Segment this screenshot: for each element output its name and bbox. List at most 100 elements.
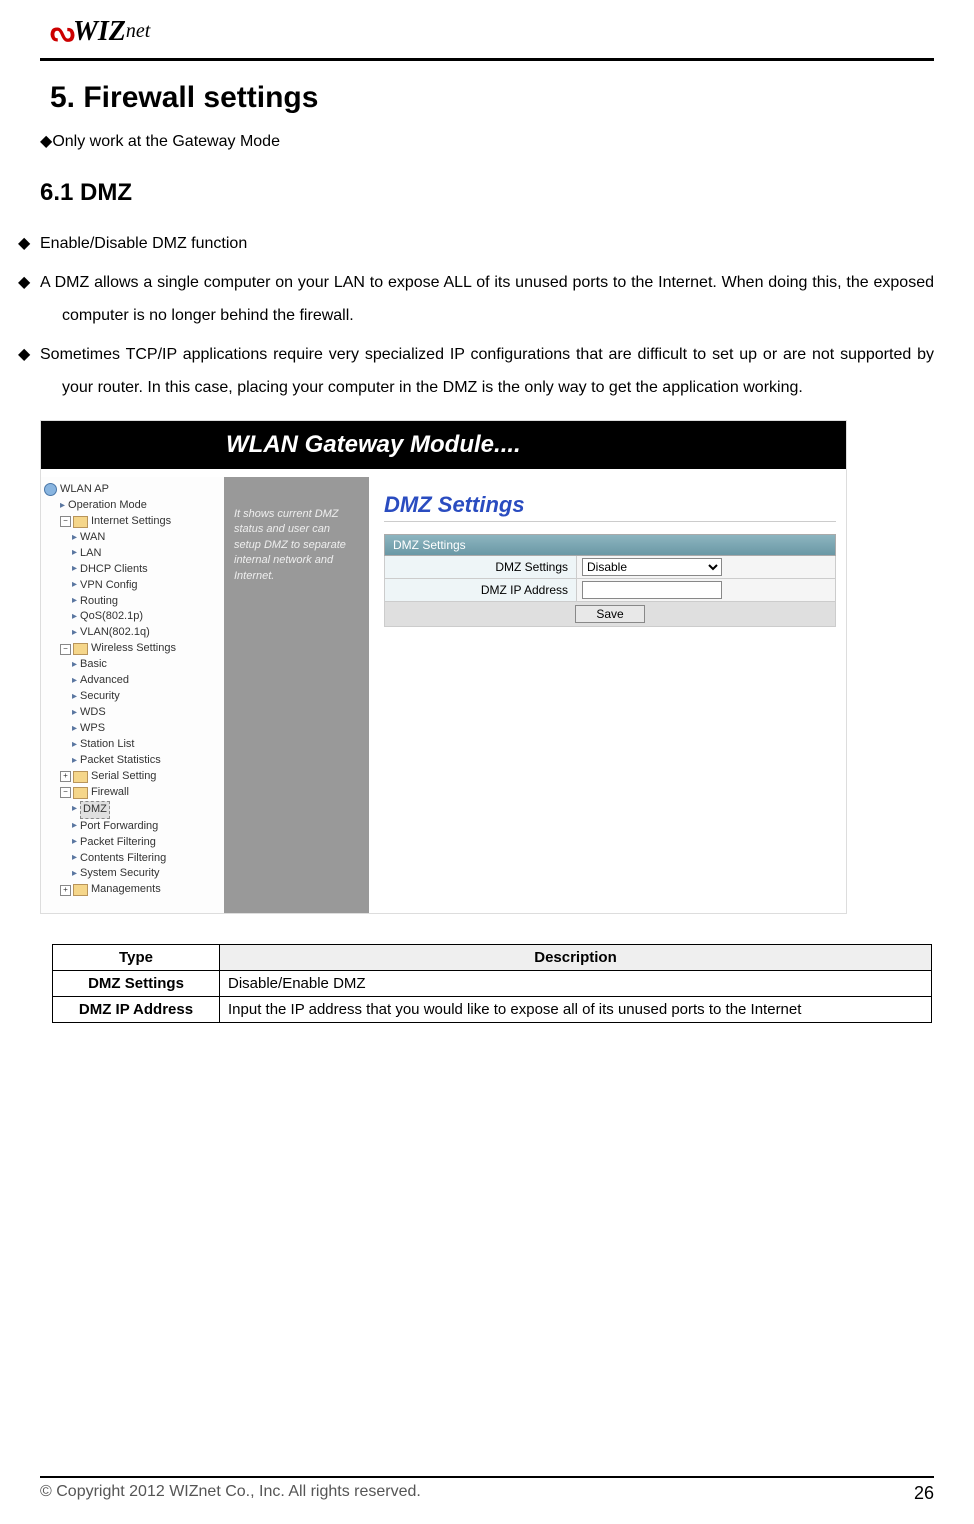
main-title: DMZ Settings: [384, 492, 836, 522]
tree-label: VLAN(802.1q): [80, 625, 150, 641]
tree-label-selected: DMZ: [80, 801, 110, 819]
th-desc: Description: [220, 945, 932, 971]
tree-dhcp[interactable]: ▸DHCP Clients: [44, 562, 224, 578]
arrow-icon: ▸: [72, 851, 77, 866]
heading-dmz: 6.1 DMZ: [40, 179, 934, 207]
globe-icon: [44, 483, 57, 496]
folder-icon: [73, 643, 88, 655]
tree-label: Advanced: [80, 673, 129, 689]
tree-label: Serial Setting: [91, 769, 156, 785]
arrow-icon: ▸: [72, 578, 77, 593]
tree-label: Routing: [80, 594, 118, 610]
heading-firewall: 5. Firewall settings: [50, 81, 934, 115]
tree-vlan[interactable]: ▸VLAN(802.1q): [44, 625, 224, 641]
tree-routing[interactable]: ▸Routing: [44, 594, 224, 610]
folder-icon: [73, 787, 88, 799]
tree-wan[interactable]: ▸WAN: [44, 530, 224, 546]
bullet-1: ◆ Enable/Disable DMZ function: [40, 227, 934, 261]
tree-serial[interactable]: + Serial Setting: [44, 769, 224, 785]
tree-label: WLAN AP: [60, 482, 109, 498]
tree-mgmt[interactable]: + Managements: [44, 882, 224, 898]
bullet-text: Sometimes TCP/IP applications require ve…: [40, 346, 934, 397]
arrow-icon: ▸: [72, 674, 77, 689]
tree-label: Operation Mode: [68, 498, 147, 514]
note-text: Only work at the Gateway Mode: [52, 133, 280, 150]
plus-icon[interactable]: +: [60, 885, 71, 896]
tree-wps[interactable]: ▸WPS: [44, 721, 224, 737]
tree-label: System Security: [80, 866, 159, 882]
arrow-icon: ▸: [72, 867, 77, 882]
embedded-screenshot: WLAN Gateway Module.... WLAN AP ▸Operati…: [40, 420, 847, 914]
tree-packet-filt[interactable]: ▸Packet Filtering: [44, 835, 224, 851]
arrow-icon: ▸: [72, 690, 77, 705]
td-desc: Input the IP address that you would like…: [220, 997, 932, 1023]
minus-icon[interactable]: −: [60, 644, 71, 655]
tree-station[interactable]: ▸Station List: [44, 737, 224, 753]
diamond-bullet-icon: ◆: [40, 130, 52, 154]
minus-icon[interactable]: −: [60, 516, 71, 527]
table-header-row: Type Description: [53, 945, 932, 971]
panel-label: DMZ IP Address: [385, 579, 577, 601]
arrow-icon: ▸: [72, 706, 77, 721]
tree-label: WAN: [80, 530, 105, 546]
panel-row-dmz-ip: DMZ IP Address: [384, 579, 836, 602]
bullet-2: ◆ A DMZ allows a single computer on your…: [40, 266, 934, 333]
tree-wireless[interactable]: −Wireless Settings: [44, 641, 224, 657]
tree-op-mode[interactable]: ▸Operation Mode: [44, 498, 224, 514]
arrow-icon: ▸: [72, 546, 77, 561]
bullet-list: ◆ Enable/Disable DMZ function ◆ A DMZ al…: [40, 227, 934, 405]
panel-save-row: Save: [384, 602, 836, 627]
tree-lan[interactable]: ▸LAN: [44, 546, 224, 562]
tree-vpn[interactable]: ▸VPN Config: [44, 578, 224, 594]
tree-wds[interactable]: ▸WDS: [44, 705, 224, 721]
arrow-icon: ▸: [72, 722, 77, 737]
td-type: DMZ IP Address: [53, 997, 220, 1023]
arrow-icon: ▸: [72, 738, 77, 753]
panel-header: DMZ Settings: [384, 534, 836, 556]
tree-port-fwd[interactable]: ▸Port Forwarding: [44, 819, 224, 835]
minus-icon[interactable]: −: [60, 787, 71, 798]
td-desc: Disable/Enable DMZ: [220, 971, 932, 997]
copyright-text: © Copyright 2012 WIZnet Co., Inc. All ri…: [40, 1483, 421, 1504]
plus-icon[interactable]: +: [60, 771, 71, 782]
settings-panel: DMZ Settings DMZ Settings Disable DMZ IP…: [384, 534, 836, 627]
tree-qos[interactable]: ▸QoS(802.1p): [44, 609, 224, 625]
table-row: DMZ IP Address Input the IP address that…: [53, 997, 932, 1023]
tree-label: Firewall: [91, 785, 129, 801]
tree-packet-stat[interactable]: ▸Packet Statistics: [44, 753, 224, 769]
tree-label: Packet Statistics: [80, 753, 161, 769]
tree-label: DHCP Clients: [80, 562, 148, 578]
description-table: Type Description DMZ Settings Disable/En…: [52, 944, 932, 1023]
tree-firewall[interactable]: − Firewall: [44, 785, 224, 801]
folder-icon: [73, 771, 88, 783]
main-panel: DMZ Settings DMZ Settings DMZ Settings D…: [369, 477, 846, 913]
save-button[interactable]: Save: [575, 605, 644, 623]
tree-internet[interactable]: −Internet Settings: [44, 514, 224, 530]
table-row: DMZ Settings Disable/Enable DMZ: [53, 971, 932, 997]
tree-dmz[interactable]: ▸DMZ: [44, 801, 224, 819]
bullet-text: A DMZ allows a single computer on your L…: [40, 274, 934, 325]
tree-sys-sec[interactable]: ▸System Security: [44, 866, 224, 882]
tree-label: Basic: [80, 657, 107, 673]
tree-label: Security: [80, 689, 120, 705]
tree-root[interactable]: WLAN AP: [44, 482, 224, 498]
sidebar-text: It shows current DMZ status and user can…: [234, 508, 346, 582]
info-sidebar: It shows current DMZ status and user can…: [224, 477, 369, 913]
dmz-settings-select[interactable]: Disable: [582, 558, 722, 576]
tree-basic[interactable]: ▸Basic: [44, 657, 224, 673]
arrow-icon: ▸: [72, 835, 77, 850]
arrow-icon: ▸: [72, 562, 77, 577]
arrow-icon: ▸: [72, 626, 77, 641]
panel-row-dmz-setting: DMZ Settings Disable: [384, 556, 836, 579]
logo-brand: WIZ: [73, 16, 126, 48]
logo: ᔕ WIZnet: [40, 10, 934, 58]
tree-advanced[interactable]: ▸Advanced: [44, 673, 224, 689]
tree-label: Managements: [91, 882, 161, 898]
folder-icon: [73, 516, 88, 528]
ss-banner-title: WLAN Gateway Module....: [226, 431, 521, 459]
dmz-ip-input[interactable]: [582, 581, 722, 599]
arrow-icon: ▸: [72, 594, 77, 609]
tree-security[interactable]: ▸Security: [44, 689, 224, 705]
folder-icon: [73, 884, 88, 896]
tree-content-filt[interactable]: ▸Contents Filtering: [44, 851, 224, 867]
